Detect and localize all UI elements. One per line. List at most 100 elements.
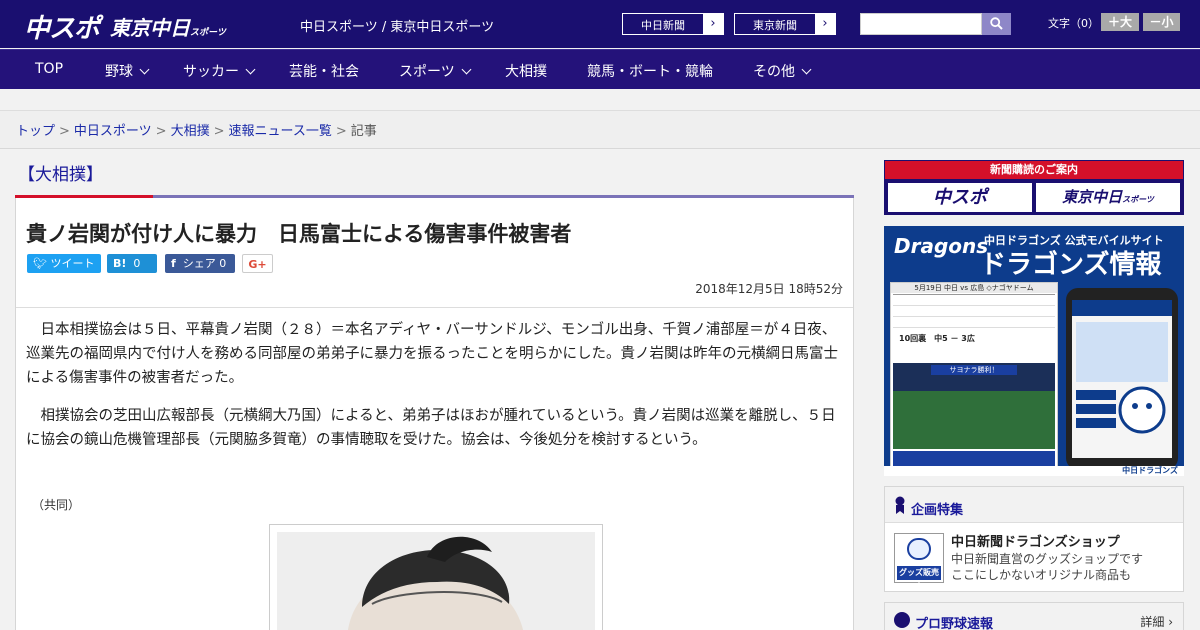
- shop-icon-tag: グッズ販売中: [897, 566, 941, 591]
- search-button[interactable]: [982, 13, 1011, 35]
- nav-item-sumo[interactable]: 大相撲: [505, 61, 547, 81]
- dragons-banner: サヨナラ勝利！: [931, 365, 1017, 375]
- nav-item-racing[interactable]: 競馬・ボート・競輪: [587, 61, 713, 81]
- tokyo-shimbun-link[interactable]: 東京新聞 ›: [734, 13, 836, 35]
- baseball-icon: [894, 612, 910, 628]
- ribbon-icon: [895, 496, 905, 514]
- baseball-panel-title: プロ野球速報: [915, 617, 994, 630]
- breadcrumb-separator: >: [59, 124, 70, 139]
- hatena-icon: B!: [113, 257, 127, 270]
- subscription-logo-tokyo: 東京中日スポーツ: [1036, 183, 1180, 212]
- mascot-icon: [1072, 300, 1172, 434]
- font-smaller-button[interactable]: －小: [1143, 13, 1180, 31]
- nav-item-soccer[interactable]: サッカー: [183, 61, 256, 81]
- nav-item-label: 大相撲: [505, 64, 547, 80]
- shop-desc-line: ここにしかないオリジナル商品も: [951, 568, 1132, 582]
- subscription-logo-tokyo-text: 東京中日: [1062, 188, 1123, 206]
- subscription-logo-chunichi: 中スポ: [888, 183, 1032, 212]
- feature-panel: 企画特集 グッズ販売中 中日新聞ドラゴンズショップ 中日新聞直営のグッズショップ…: [884, 486, 1184, 592]
- google-plus-button[interactable]: G+: [242, 254, 273, 273]
- article-headline: 貴ノ岩関が付け人に暴力 日馬富士による傷害事件被害者: [26, 222, 572, 246]
- article-divider: [16, 307, 853, 308]
- article-datetime: 2018年12月5日 18時52分: [695, 282, 843, 296]
- search-icon: [990, 17, 1003, 30]
- font-larger-button[interactable]: ＋大: [1101, 13, 1139, 31]
- nav-item-entertainment[interactable]: 芸能・社会: [289, 61, 359, 81]
- facebook-share-label: シェア: [182, 257, 216, 270]
- chunichi-shimbun-label: 中日新聞: [641, 19, 685, 32]
- breadcrumb-link-chunichi-sports[interactable]: 中日スポーツ: [74, 124, 152, 139]
- article-credit: （共同）: [32, 498, 81, 512]
- dragons-mobile-ad[interactable]: Dragons 中日ドラゴンズ 公式モバイルサイト ドラゴンズ情報 5月19日 …: [884, 226, 1184, 476]
- facebook-share-button[interactable]: f シェア 0: [165, 254, 235, 273]
- scoreboard-row: [893, 295, 1055, 306]
- tweet-button[interactable]: 🐦︎ ツイート: [27, 254, 101, 273]
- breadcrumb-link-top[interactable]: トップ: [16, 124, 55, 139]
- nav-item-other[interactable]: その他: [753, 61, 812, 81]
- article-photo[interactable]: [277, 532, 595, 630]
- chevron-down-icon: [245, 64, 256, 75]
- nav-item-label: スポーツ: [399, 64, 455, 80]
- logo-tokyo-text: 東京中日: [110, 16, 190, 40]
- breadcrumb-link-news-list[interactable]: 速報ニュース一覧: [229, 124, 332, 139]
- article-body: 貴ノ岩関が付け人に暴力 日馬富士による傷害事件被害者 🐦︎ ツイート B! 0 …: [15, 198, 854, 630]
- article-paragraph: 相撲協会の芝田山広報部長（元横綱大乃国）によると、弟弟子はほおが腫れているという…: [26, 408, 836, 448]
- dragons-shop-link[interactable]: 中日新聞ドラゴンズショップ: [951, 531, 1120, 550]
- dragons-ad-footer: 中日ドラゴンズ: [884, 466, 1184, 476]
- logo-chunichi-sports[interactable]: 中スポ: [24, 8, 100, 45]
- subscription-logo-tokyo-small: スポーツ: [1122, 195, 1154, 204]
- article-paragraph: 日本相撲協会は５日、平幕貴ノ岩関（２８）＝本名アディヤ・バーサンドルジ、モンゴル…: [26, 322, 838, 386]
- nav-item-label: TOP: [35, 61, 64, 77]
- dragons-scoreboard: [893, 294, 1055, 328]
- mascot-face-icon: [907, 538, 931, 560]
- chunichi-shimbun-link[interactable]: 中日新聞 ›: [622, 13, 724, 35]
- font-size-label: 文字（0）: [1048, 17, 1099, 30]
- scoreboard-row: [893, 306, 1055, 317]
- breadcrumb-current: 記事: [350, 124, 377, 139]
- main-nav: TOP 野球 サッカー 芸能・社会 スポーツ 大相撲 競馬・ボート・競輪 その他: [0, 49, 1200, 89]
- facebook-count: 0: [219, 257, 227, 270]
- nav-item-label: 競馬・ボート・競輪: [587, 64, 713, 80]
- tweet-label: ツイート: [50, 257, 95, 270]
- hatena-count: 0: [133, 257, 141, 270]
- breadcrumb-separator: >: [335, 124, 347, 139]
- breadcrumb-link-sumo[interactable]: 大相撲: [171, 124, 210, 139]
- article-photo-frame: [269, 524, 603, 630]
- scoreboard-row: [893, 317, 1055, 328]
- nav-item-baseball[interactable]: 野球: [105, 61, 150, 81]
- search-input[interactable]: [860, 13, 982, 35]
- arrow-right-icon: ›: [703, 14, 723, 34]
- chevron-down-icon: [461, 64, 472, 75]
- nav-item-sports[interactable]: スポーツ: [399, 61, 472, 81]
- chevron-down-icon: [801, 64, 812, 75]
- dragons-shop-icon[interactable]: グッズ販売中: [894, 533, 944, 591]
- logo-tokyo-small: スポーツ: [190, 28, 226, 38]
- dragons-brand: Dragons: [894, 234, 989, 258]
- tokyo-shimbun-label: 東京新聞: [753, 19, 797, 32]
- chevron-down-icon: [139, 64, 150, 75]
- twitter-icon: 🐦︎: [33, 257, 51, 270]
- nav-item-label: 芸能・社会: [289, 64, 359, 80]
- site-header: 中スポ 東京中日スポーツ 中日スポーツ / 東京中日スポーツ 中日新聞 › 東京…: [0, 0, 1200, 48]
- dragons-field-graphic: サヨナラ勝利！: [893, 363, 1055, 449]
- nav-item-label: サッカー: [183, 64, 239, 80]
- breadcrumb-separator: >: [213, 124, 225, 139]
- category-heading: 【大相撲】: [18, 165, 103, 185]
- feature-panel-title: 企画特集: [911, 503, 964, 518]
- header-spacer: [0, 89, 1200, 111]
- baseball-details-link[interactable]: 詳細 ›: [1140, 613, 1173, 630]
- dragons-phone-graphic: [1066, 288, 1178, 470]
- breadcrumb-separator: >: [155, 124, 167, 139]
- phone-screen: [1072, 300, 1172, 458]
- nav-item-label: その他: [753, 64, 795, 80]
- feature-panel-header: 企画特集: [885, 487, 1183, 523]
- hatena-bookmark-button[interactable]: B! 0: [107, 254, 157, 273]
- shop-desc-line: 中日新聞直営のグッズショップです: [951, 552, 1144, 566]
- dragons-ad-title: ドラゴンズ情報: [980, 250, 1162, 280]
- logo-tokyo-chunichi[interactable]: 東京中日スポーツ: [110, 12, 226, 41]
- site-title: 中日スポーツ / 東京中日スポーツ: [300, 20, 495, 35]
- nav-item-top[interactable]: TOP: [35, 61, 63, 77]
- arrow-right-icon: ›: [815, 14, 835, 34]
- subscription-banner[interactable]: 新聞購読のご案内 中スポ 東京中日スポーツ: [884, 160, 1184, 215]
- dragons-ad-screen: 5月19日 中日 vs 広島 ◇ナゴヤドーム 10回裏 中5 － 3広 サヨナラ…: [890, 282, 1058, 472]
